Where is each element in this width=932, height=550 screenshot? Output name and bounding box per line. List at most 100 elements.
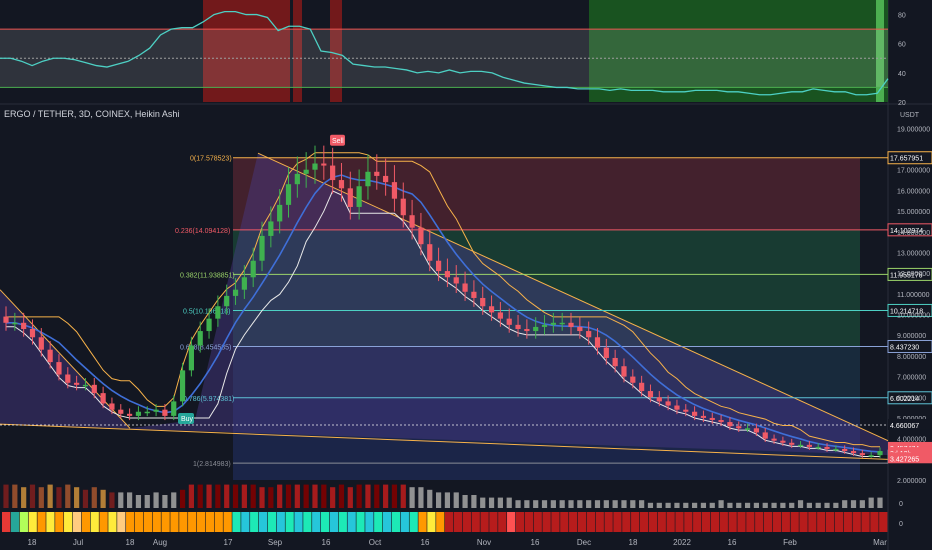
volume-bar bbox=[577, 500, 583, 508]
candle-body bbox=[215, 306, 221, 319]
candle-body bbox=[806, 444, 812, 447]
heat-cell bbox=[577, 512, 587, 532]
volume-bar bbox=[515, 500, 521, 508]
candle-body bbox=[480, 297, 486, 307]
heat-cell bbox=[843, 512, 852, 532]
heat-cell bbox=[613, 512, 622, 532]
price-tick-label: 9.000000 bbox=[897, 333, 926, 340]
candle-body bbox=[859, 453, 865, 456]
candle-body bbox=[153, 409, 159, 412]
volume-bar bbox=[762, 502, 768, 508]
heat-cell bbox=[391, 512, 401, 532]
candle-body bbox=[550, 322, 556, 325]
volume-bar bbox=[877, 497, 883, 508]
volume-bar bbox=[603, 500, 609, 508]
candle-body bbox=[771, 438, 777, 441]
heat-cell bbox=[533, 512, 542, 532]
volume-tick-label: 0 bbox=[899, 501, 903, 508]
x-tick-label: Jul bbox=[73, 538, 83, 547]
candle-body bbox=[3, 316, 9, 323]
x-tick-label: Dec bbox=[577, 538, 591, 547]
candle-body bbox=[524, 328, 530, 332]
heat-cell bbox=[365, 512, 374, 532]
heat-cell bbox=[90, 512, 99, 532]
candle-body bbox=[277, 204, 283, 222]
candle-body bbox=[515, 324, 521, 329]
volume-bar bbox=[727, 502, 733, 508]
x-tick-label: 18 bbox=[629, 538, 638, 547]
volume-bar bbox=[859, 500, 865, 508]
heat-cell bbox=[790, 512, 799, 532]
heat-cell bbox=[161, 512, 170, 532]
volume-bar bbox=[639, 500, 645, 508]
heat-cell bbox=[382, 512, 392, 532]
volume-bar bbox=[444, 492, 451, 508]
heat-cell bbox=[808, 512, 817, 532]
candle-body bbox=[100, 393, 106, 404]
chart-title: ERGO / TETHER, 3D, COINEX, Heikin Ashi bbox=[4, 109, 180, 119]
volume-bar bbox=[744, 502, 751, 508]
candle-body bbox=[91, 384, 97, 394]
candle-body bbox=[303, 169, 309, 174]
volume-bar bbox=[692, 502, 698, 508]
volume-bar bbox=[188, 484, 194, 508]
sell-signal-label: Sell bbox=[332, 138, 344, 145]
volume-bar bbox=[533, 500, 539, 508]
candle-body bbox=[577, 326, 583, 332]
candle-body bbox=[692, 411, 698, 416]
volume-bar bbox=[29, 484, 36, 508]
price-tick-label: 14.000000 bbox=[897, 230, 930, 237]
heat-cell bbox=[232, 512, 241, 532]
candle-body bbox=[330, 165, 336, 181]
candle-body bbox=[683, 409, 689, 412]
currency-label: USDT bbox=[900, 112, 920, 119]
volume-bar bbox=[347, 487, 353, 508]
volume-bar bbox=[206, 484, 212, 508]
price-tick-label: 13.000000 bbox=[897, 250, 930, 257]
heat-cell bbox=[223, 512, 232, 532]
candle-body bbox=[356, 186, 362, 207]
candle-body bbox=[321, 163, 327, 166]
volume-bar bbox=[815, 502, 821, 508]
price-tick-label: 11.000000 bbox=[897, 292, 930, 299]
rsi-tick-label: 20 bbox=[898, 100, 906, 107]
heat-cell bbox=[817, 512, 826, 532]
candle-body bbox=[268, 221, 274, 236]
candle-body bbox=[374, 171, 380, 176]
heat-cell bbox=[374, 512, 383, 532]
candle-body bbox=[206, 318, 212, 332]
heat-cell bbox=[10, 512, 20, 532]
candle-body bbox=[29, 328, 36, 338]
volume-bar bbox=[868, 497, 874, 508]
heat-cell bbox=[542, 512, 551, 532]
candle-body bbox=[541, 324, 548, 327]
volume-bar bbox=[709, 502, 715, 508]
candle-body bbox=[718, 420, 724, 423]
heat-cell bbox=[489, 512, 498, 532]
heat-cell bbox=[852, 512, 861, 532]
heat-cell bbox=[409, 512, 418, 532]
price-tick-label: 6.000000 bbox=[897, 395, 926, 402]
candle-body bbox=[179, 370, 186, 402]
candle-body bbox=[780, 440, 786, 443]
candle-body bbox=[338, 180, 345, 189]
heat-cell bbox=[143, 512, 153, 532]
heat-cell bbox=[241, 512, 250, 532]
heat-cell bbox=[462, 512, 471, 532]
candle-body bbox=[736, 426, 742, 429]
candle-body bbox=[259, 235, 265, 261]
x-tick-label: Nov bbox=[477, 538, 491, 547]
volume-bar bbox=[780, 502, 786, 508]
heat-cell bbox=[179, 512, 188, 532]
heat-cell bbox=[471, 512, 480, 532]
candle-body bbox=[630, 376, 636, 383]
heat-cell bbox=[560, 512, 569, 532]
volume-bar bbox=[365, 484, 371, 508]
volume-bar bbox=[126, 492, 133, 508]
candle-body bbox=[383, 175, 389, 183]
candle-body bbox=[453, 277, 459, 284]
heat-cell bbox=[267, 512, 277, 532]
heat-cell bbox=[515, 512, 525, 532]
candle-body bbox=[744, 428, 751, 430]
volume-bar bbox=[179, 489, 186, 508]
